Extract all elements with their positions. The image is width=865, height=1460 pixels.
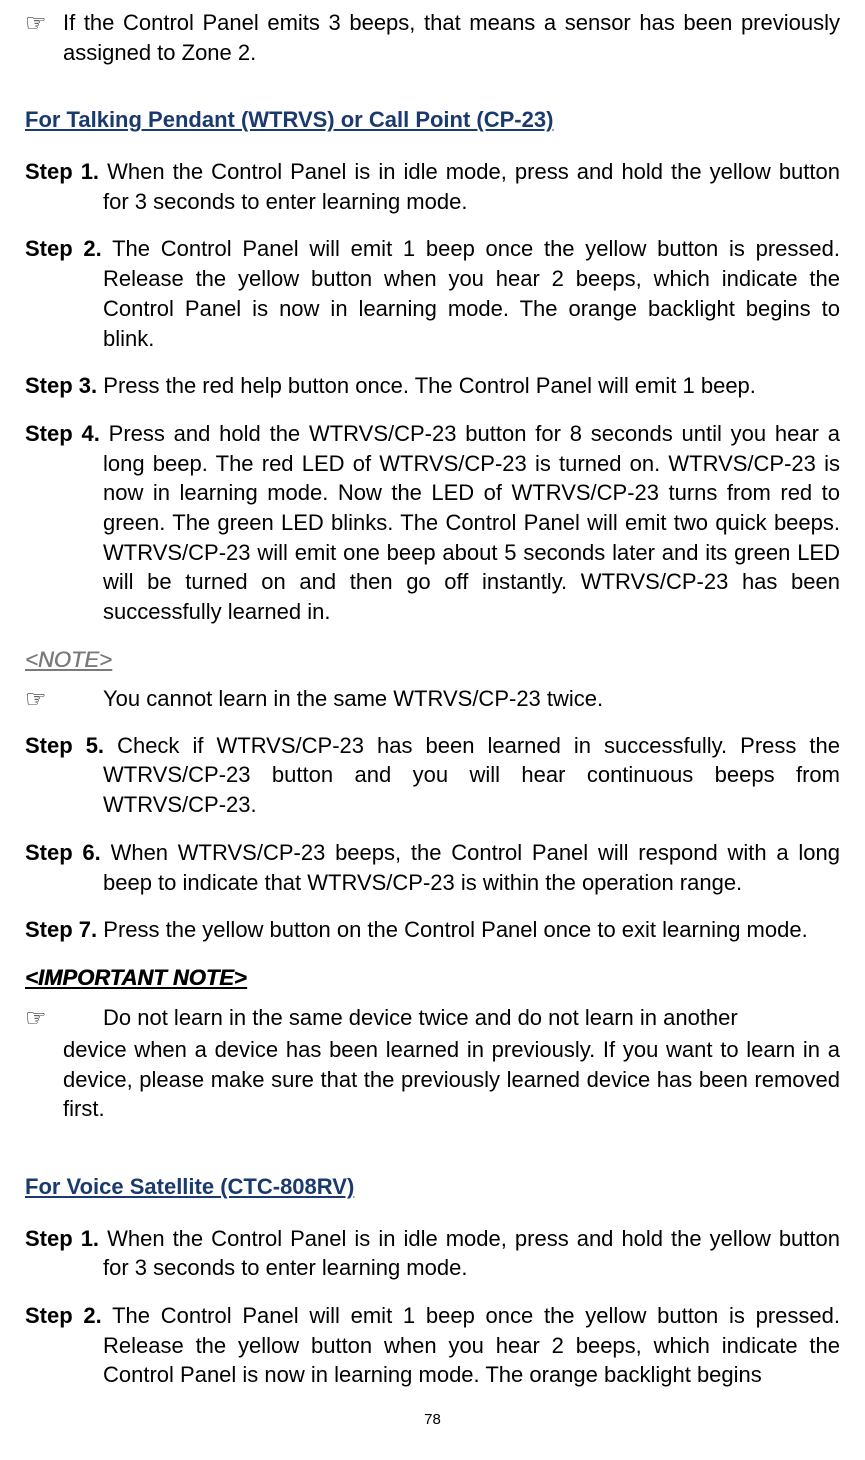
- step-text: Check if WTRVS/CP-23 has been learned in…: [103, 733, 840, 817]
- note-item: ☞ You cannot learn in the same WTRVS/CP-…: [25, 684, 840, 716]
- note-text: You cannot learn in the same WTRVS/CP-23…: [103, 684, 840, 716]
- step-text: The Control Panel will emit 1 beep once …: [103, 236, 840, 350]
- step-5: Step 5. Check if WTRVS/CP-23 has been le…: [25, 731, 840, 820]
- important-first-line: Do not learn in the same device twice an…: [103, 1003, 738, 1035]
- important-note-item: ☞ Do not learn in the same device twice …: [25, 1003, 840, 1124]
- step-1-section2: Step 1. When the Control Panel is in idl…: [25, 1224, 840, 1283]
- step-2: Step 2. The Control Panel will emit 1 be…: [25, 234, 840, 353]
- step-label: Step 6.: [25, 840, 101, 865]
- step-text: When WTRVS/CP-23 beeps, the Control Pane…: [103, 840, 840, 895]
- step-label: Step 7.: [25, 917, 97, 942]
- step-label: Step 3.: [25, 373, 97, 398]
- pointing-hand-icon: ☞: [25, 1003, 103, 1035]
- step-text: Press the red help button once. The Cont…: [103, 373, 756, 398]
- important-rest-text: device when a device has been learned in…: [25, 1035, 840, 1124]
- step-text: Press the yellow button on the Control P…: [103, 917, 807, 942]
- top-bullet: ☞ If the Control Panel emits 3 beeps, th…: [25, 8, 840, 67]
- step-4: Step 4. Press and hold the WTRVS/CP-23 b…: [25, 419, 840, 627]
- step-text: When the Control Panel is in idle mode, …: [103, 159, 840, 214]
- important-note-heading: <IMPORTANT NOTE>: [25, 963, 840, 993]
- step-7: Step 7. Press the yellow button on the C…: [25, 915, 840, 945]
- step-label: Step 1.: [25, 159, 99, 184]
- step-label: Step 2.: [25, 236, 102, 261]
- step-2-section2: Step 2. The Control Panel will emit 1 be…: [25, 1301, 840, 1390]
- pointing-hand-icon: ☞: [25, 684, 103, 716]
- step-text: When the Control Panel is in idle mode, …: [103, 1226, 840, 1281]
- step-label: Step 1.: [25, 1226, 99, 1251]
- page-number: 78: [25, 1410, 840, 1430]
- step-text: The Control Panel will emit 1 beep once …: [103, 1303, 840, 1387]
- step-3: Step 3. Press the red help button once. …: [25, 371, 840, 401]
- section-heading-pendant: For Talking Pendant (WTRVS) or Call Poin…: [25, 105, 840, 135]
- step-6: Step 6. When WTRVS/CP-23 beeps, the Cont…: [25, 838, 840, 897]
- note-heading: <NOTE>: [25, 645, 840, 675]
- step-label: Step 5.: [25, 733, 104, 758]
- step-label: Step 4.: [25, 421, 100, 446]
- step-label: Step 2.: [25, 1303, 102, 1328]
- section-heading-voice-satellite: For Voice Satellite (CTC-808RV): [25, 1172, 840, 1202]
- step-text: Press and hold the WTRVS/CP-23 button fo…: [103, 421, 840, 624]
- pointing-hand-icon: ☞: [25, 8, 63, 67]
- bullet-text: If the Control Panel emits 3 beeps, that…: [63, 8, 840, 67]
- step-1: Step 1. When the Control Panel is in idl…: [25, 157, 840, 216]
